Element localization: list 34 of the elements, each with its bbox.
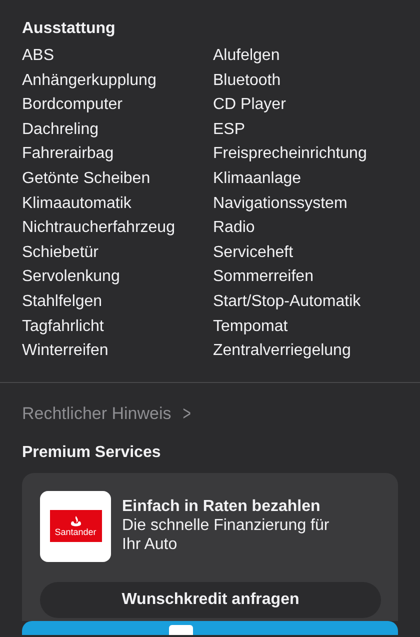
feature-label: Alufelgen <box>213 46 281 66</box>
feature-label: Sommerreifen <box>213 267 314 288</box>
card-headline: Einfach in Raten bezahlen <box>122 496 322 516</box>
feature-label: Tagfahrlicht <box>22 316 105 337</box>
feature-label: Getönte Scheiben <box>22 168 152 189</box>
feature-label: Anhängerkupplung <box>22 70 158 91</box>
section-title: Ausstattung <box>22 19 116 39</box>
card-description: Die schnelle Finanzierung für Ihr Auto <box>122 516 330 554</box>
logo-text: Santander <box>54 526 96 537</box>
feature-label: ESP <box>213 120 246 140</box>
feature-label: Navigationssystem <box>213 194 348 214</box>
feature-label: Klimaautomatik <box>22 194 132 214</box>
request-loan-button[interactable]: Wunschkredit anfragen <box>40 582 381 618</box>
feature-label: Zentralverriegelung <box>213 341 352 362</box>
feature-label: Bluetooth <box>213 70 282 91</box>
feature-label: Radio <box>213 218 256 238</box>
feature-label: Bordcomputer <box>22 95 124 116</box>
feature-label: Freisprecheinrichtung <box>213 144 368 164</box>
feature-label: Schiebetür <box>22 242 100 263</box>
feature-label: Tempomat <box>213 316 289 337</box>
feature-label: Stahlfelgen <box>22 292 104 312</box>
feature-label: ABS <box>22 46 56 66</box>
feature-label: CD Player <box>213 95 287 116</box>
feature-label: Dachreling <box>22 120 100 140</box>
section-title: Premium Services <box>22 442 162 463</box>
chevron-icon: > <box>183 402 192 426</box>
feature-label: Servolenkung <box>22 267 121 288</box>
feature-label: Nichtraucherfahrzeug <box>22 218 176 238</box>
feature-label: Winterreifen <box>22 341 110 362</box>
feature-label: Klimaanlage <box>213 168 302 189</box>
feature-label: Start/Stop-Automatik <box>213 292 362 312</box>
feature-label: Fahrerairbag <box>22 144 115 164</box>
feature-label: Serviceheft <box>213 242 294 263</box>
legal-notice-link[interactable]: Rechtlicher Hinweis > <box>22 402 193 426</box>
